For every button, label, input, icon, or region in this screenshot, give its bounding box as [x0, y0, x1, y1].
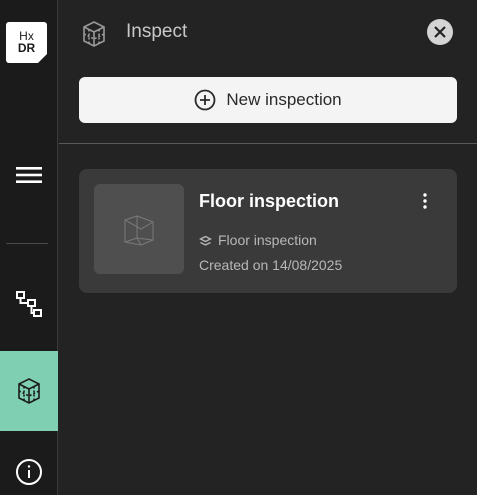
kebab-icon [423, 193, 427, 209]
close-icon [434, 26, 446, 38]
nav-rail: Hx DR [0, 0, 58, 495]
menu-icon [16, 167, 42, 183]
inspection-card[interactable]: Floor inspection Floor inspection Create… [79, 169, 457, 293]
add-circle-icon [194, 89, 216, 111]
inspection-created-date: Created on 14/08/2025 [199, 257, 343, 273]
info-button[interactable] [0, 450, 58, 494]
menu-button[interactable] [0, 155, 58, 195]
more-options-button[interactable] [415, 191, 435, 211]
inspection-type-label: Floor inspection [218, 232, 317, 248]
panel-header-icon [81, 20, 107, 53]
close-button[interactable] [427, 19, 453, 45]
inspect-panel: Inspect New inspection Floor inspection [59, 0, 477, 495]
layers-icon [199, 235, 212, 247]
hxdr-logo[interactable]: Hx DR [6, 22, 47, 63]
panel-title: Inspect [126, 21, 188, 42]
inspect-button[interactable] [0, 351, 58, 431]
tree-icon [16, 291, 42, 317]
logo-line-2: DR [17, 41, 36, 55]
inspection-thumbnail [94, 184, 184, 274]
rail-divider [6, 243, 48, 244]
new-inspection-button[interactable]: New inspection [79, 77, 457, 123]
info-icon [16, 459, 42, 485]
panel-divider [59, 143, 477, 144]
inspection-type: Floor inspection [199, 232, 317, 249]
inspect-icon [83, 21, 105, 47]
placeholder-model-icon [124, 215, 154, 246]
inspect-icon [18, 378, 40, 404]
layers-tree-button[interactable] [0, 282, 58, 326]
inspection-title: Floor inspection [199, 191, 340, 211]
new-inspection-label: New inspection [226, 90, 342, 109]
